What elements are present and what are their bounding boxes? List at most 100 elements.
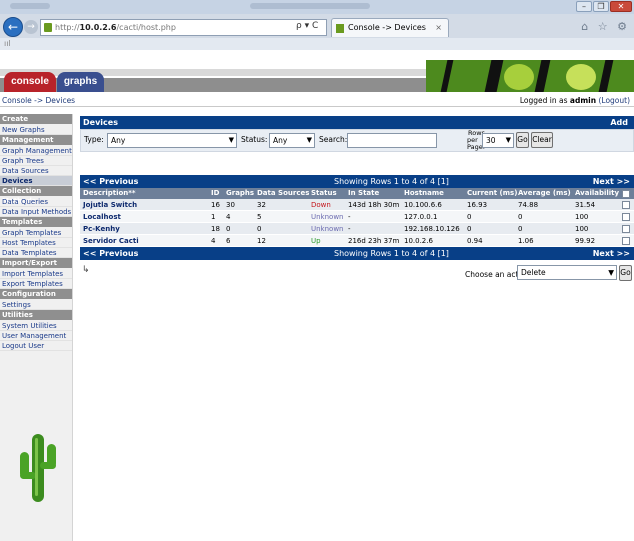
- device-link[interactable]: Pc-Kenhy: [83, 223, 120, 235]
- search-input[interactable]: [347, 133, 437, 148]
- logout-link[interactable]: (Logout): [598, 96, 630, 105]
- menu-item-graph-trees[interactable]: Graph Trees: [0, 156, 72, 166]
- menu-item-user-management[interactable]: User Management: [0, 331, 72, 341]
- previous-page-link[interactable]: << Previous: [83, 247, 138, 260]
- table-row[interactable]: Servidor Cacti 4 6 12 Up 216d 23h 37m 10…: [80, 235, 634, 247]
- col-graphs[interactable]: Graphs: [226, 188, 254, 199]
- menu-item-system-utilities[interactable]: System Utilities: [0, 321, 72, 331]
- browser-tab[interactable]: Console -> Devices ×: [331, 18, 449, 37]
- type-select[interactable]: Any ▼: [107, 133, 237, 148]
- add-device-link[interactable]: Add: [610, 116, 628, 129]
- forward-button[interactable]: →: [24, 20, 38, 34]
- banner-stripe: [534, 60, 551, 92]
- tab-title: Console -> Devices: [348, 23, 426, 32]
- menu-item-devices[interactable]: Devices: [0, 176, 72, 186]
- forward-arrow-icon: →: [27, 22, 35, 32]
- breadcrumb-text[interactable]: Console -> Devices: [2, 95, 75, 106]
- col-in-state[interactable]: In State: [348, 188, 379, 199]
- status-select-value: Any: [273, 136, 288, 145]
- cell-graphs: 4: [226, 213, 231, 221]
- row-checkbox[interactable]: [622, 201, 630, 209]
- rows-per-page-select[interactable]: 30 ▼: [482, 133, 514, 148]
- menu-header-templates: Templates: [0, 217, 72, 227]
- menu-item-data-queries[interactable]: Data Queries: [0, 197, 72, 207]
- action-select[interactable]: Delete ▼: [517, 265, 617, 280]
- select-all-checkbox[interactable]: [622, 190, 630, 198]
- panel-title: Devices: [83, 118, 118, 127]
- cell-graphs: 30: [226, 201, 235, 209]
- menu-item-data-sources[interactable]: Data Sources: [0, 166, 72, 176]
- menu-item-settings[interactable]: Settings: [0, 300, 72, 310]
- rows-showing: Showing Rows 1 to 4 of 4 [1]: [334, 177, 449, 186]
- table-nav-top: << Previous Showing Rows 1 to 4 of 4 [1]…: [80, 175, 634, 188]
- next-page-link[interactable]: Next >>: [593, 247, 630, 260]
- table-row[interactable]: Jojutla Switch 16 30 32 Down 143d 18h 30…: [80, 199, 634, 211]
- back-button[interactable]: ←: [3, 17, 23, 37]
- menu-item-import-templates[interactable]: Import Templates: [0, 269, 72, 279]
- previous-page-link[interactable]: << Previous: [83, 175, 138, 188]
- menu-item-new-graphs[interactable]: New Graphs: [0, 125, 72, 135]
- cacti-tab-icon: [336, 24, 344, 33]
- device-link[interactable]: Servidor Cacti: [83, 235, 139, 247]
- cactus-banner-art: [426, 60, 634, 92]
- menu-item-host-templates[interactable]: Host Templates: [0, 238, 72, 248]
- menu-item-graph-management[interactable]: Graph Management: [0, 146, 72, 156]
- table-header-row: Description** ID Graphs Data Sources Sta…: [80, 188, 634, 199]
- menu-item-data-input-methods[interactable]: Data Input Methods: [0, 207, 72, 217]
- col-status[interactable]: Status: [311, 188, 337, 199]
- cell-in-state: -: [348, 225, 351, 233]
- search-refresh-icons[interactable]: ρ ▾ C: [296, 21, 318, 31]
- table-row[interactable]: Pc-Kenhy 18 0 0 Unknown - 192.168.10.126…: [80, 223, 634, 235]
- address-bar[interactable]: http://10.0.2.6/cacti/host.php: [40, 19, 327, 36]
- clear-button[interactable]: Clear: [531, 132, 553, 148]
- go-button[interactable]: Go: [516, 132, 529, 148]
- cell-status: Unknown: [311, 213, 344, 221]
- col-current[interactable]: Current (ms): [467, 188, 517, 199]
- menu-item-data-templates[interactable]: Data Templates: [0, 248, 72, 258]
- table-nav-bottom: << Previous Showing Rows 1 to 4 of 4 [1]…: [80, 247, 634, 260]
- menu-item-logout-user[interactable]: Logout User: [0, 341, 72, 351]
- cell-current: 16.93: [467, 201, 488, 209]
- action-go-button[interactable]: Go: [619, 265, 632, 281]
- titlebar-blur: [250, 3, 370, 9]
- next-page-link[interactable]: Next >>: [593, 175, 630, 188]
- col-id[interactable]: ID: [211, 188, 219, 199]
- login-status: Logged in as admin (Logout): [520, 95, 630, 106]
- col-hostname[interactable]: Hostname: [404, 188, 444, 199]
- banner-stripe: [484, 60, 504, 92]
- home-star-gear-icons[interactable]: ⌂ ☆ ⚙: [581, 20, 630, 33]
- cell-hostname: 192.168.10.126: [404, 225, 460, 233]
- signal-icon: ııl: [4, 39, 11, 48]
- tab-graphs[interactable]: graphs: [57, 72, 104, 92]
- col-availability[interactable]: Availability: [575, 188, 619, 199]
- menu-item-export-templates[interactable]: Export Templates: [0, 279, 72, 289]
- banner-stripe: [440, 60, 454, 92]
- row-checkbox[interactable]: [622, 237, 630, 245]
- device-link[interactable]: Jojutla Switch: [83, 199, 137, 211]
- cell-availability: 31.54: [575, 201, 596, 209]
- rows-select-value: 30: [486, 136, 496, 145]
- url-prefix: http://: [55, 23, 80, 32]
- cell-id: 18: [211, 225, 220, 233]
- minimize-button[interactable]: –: [576, 1, 592, 12]
- row-checkbox[interactable]: [622, 213, 630, 221]
- row-checkbox[interactable]: [622, 225, 630, 233]
- cell-average: 1.06: [518, 237, 534, 245]
- col-average[interactable]: Average (ms): [518, 188, 571, 199]
- window-buttons: – ❐ ✕: [576, 1, 632, 12]
- menu-header-collection-methods: Collection Methods: [0, 186, 72, 205]
- device-link[interactable]: Localhost: [83, 211, 121, 223]
- cell-average: 0: [518, 213, 523, 221]
- maximize-button[interactable]: ❐: [593, 1, 609, 12]
- col-data-sources[interactable]: Data Sources: [257, 188, 309, 199]
- sidebar-menu: Create New Graphs Management Graph Manag…: [0, 114, 73, 541]
- cell-graphs: 0: [226, 225, 231, 233]
- table-row[interactable]: Localhost 1 4 5 Unknown - 127.0.0.1 0 0 …: [80, 211, 634, 223]
- close-window-button[interactable]: ✕: [610, 1, 632, 12]
- cell-data-sources: 0: [257, 225, 262, 233]
- col-description[interactable]: Description**: [83, 188, 136, 199]
- menu-item-graph-templates[interactable]: Graph Templates: [0, 228, 72, 238]
- tab-console[interactable]: console: [4, 72, 56, 92]
- tab-close-icon[interactable]: ×: [435, 19, 442, 37]
- status-select[interactable]: Any ▼: [269, 133, 315, 148]
